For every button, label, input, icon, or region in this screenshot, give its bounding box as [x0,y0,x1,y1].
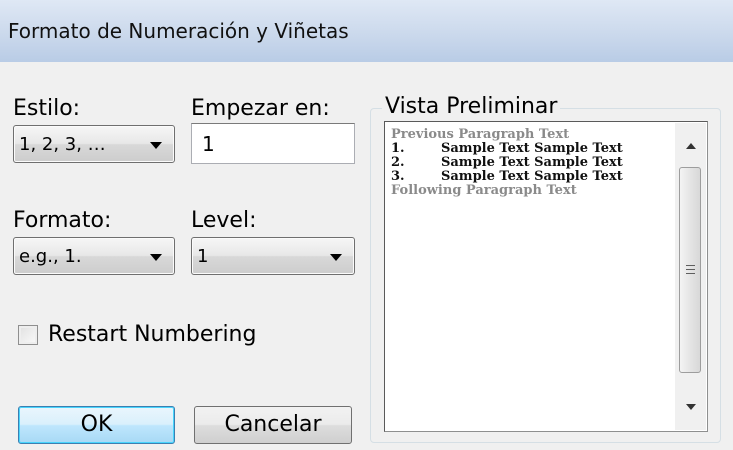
preview-list-item: 2. Sample Text Sample Text [391,156,671,170]
empezar-value: 1 [202,132,215,156]
window-title: Formato de Numeración y Viñetas [8,19,349,43]
scrollbar-thumb[interactable] [679,167,701,373]
title-bar[interactable]: Formato de Numeración y Viñetas [0,0,733,62]
formato-value: e.g., 1. [19,246,82,267]
following-paragraph-text: Following Paragraph Text [391,183,577,198]
scroll-down-button[interactable] [675,390,706,430]
grip-icon [686,265,695,266]
preview-list-item: 1. Sample Text Sample Text [391,142,671,156]
formato-dropdown[interactable]: e.g., 1. [13,237,175,275]
list-text: Sample Text Sample Text [441,169,623,184]
level-dropdown[interactable]: 1 [191,237,355,275]
arrow-up-icon [686,143,696,149]
list-number: 3. [391,169,405,184]
level-value: 1 [197,246,209,267]
cancel-button[interactable]: Cancelar [194,406,352,444]
grip-line [686,273,695,274]
list-number: 2. [391,155,405,170]
grip-line [686,269,695,270]
preview-group-label: Vista Preliminar [382,94,561,119]
previous-paragraph-text: Previous Paragraph Text [391,127,570,142]
restart-numbering-checkbox[interactable] [18,325,38,345]
list-text: Sample Text Sample Text [441,155,623,170]
chevron-down-icon [150,142,162,149]
list-text: Sample Text Sample Text [441,141,623,156]
estilo-value: 1, 2, 3, … [19,134,106,155]
scroll-up-button[interactable] [675,123,706,163]
preview-pane: Previous Paragraph Text 1. Sample Text S… [384,121,708,432]
restart-numbering-label[interactable]: Restart Numbering [48,322,256,347]
empezar-input[interactable]: 1 [191,123,355,164]
estilo-dropdown[interactable]: 1, 2, 3, … [13,125,175,163]
preview-scrollbar[interactable] [675,123,706,430]
list-number: 1. [391,141,405,156]
preview-content: Previous Paragraph Text 1. Sample Text S… [391,128,671,198]
ok-button[interactable]: OK [18,406,175,444]
chevron-down-icon [330,254,342,261]
estilo-label: Estilo: [13,96,81,121]
preview-list-item: 3. Sample Text Sample Text [391,170,671,184]
formato-label: Formato: [13,208,112,233]
chevron-down-icon [150,254,162,261]
empezar-label: Empezar en: [191,96,330,121]
level-label: Level: [191,208,257,233]
arrow-down-icon [686,404,696,410]
